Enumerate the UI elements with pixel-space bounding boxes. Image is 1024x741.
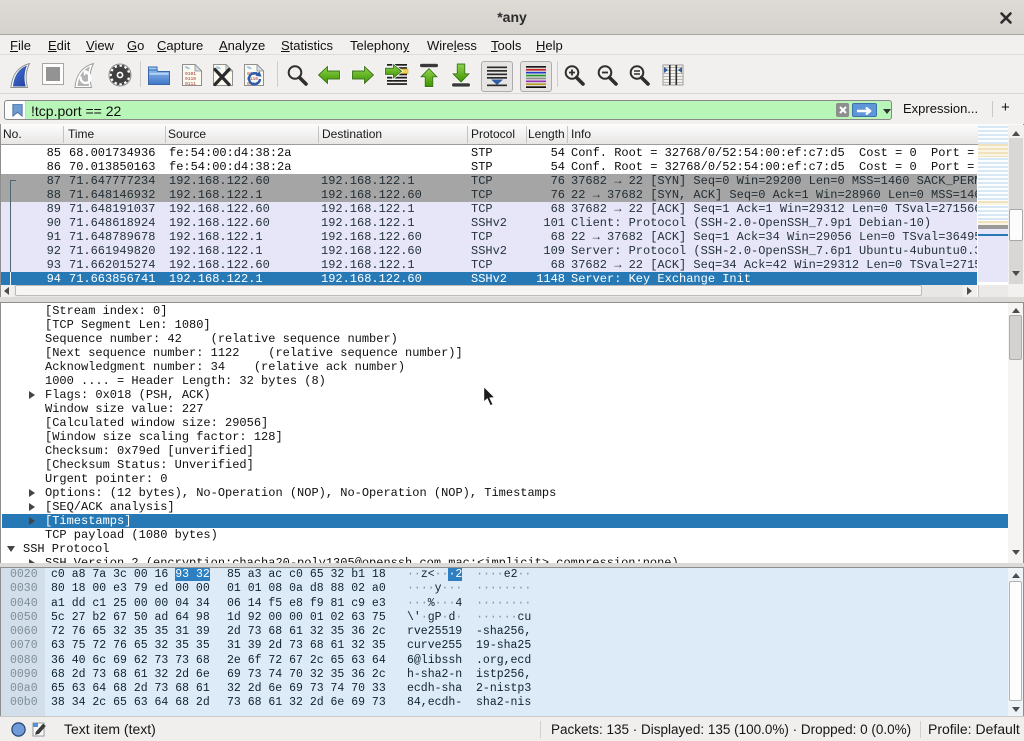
svg-text:0111: 0111 [185, 81, 196, 87]
